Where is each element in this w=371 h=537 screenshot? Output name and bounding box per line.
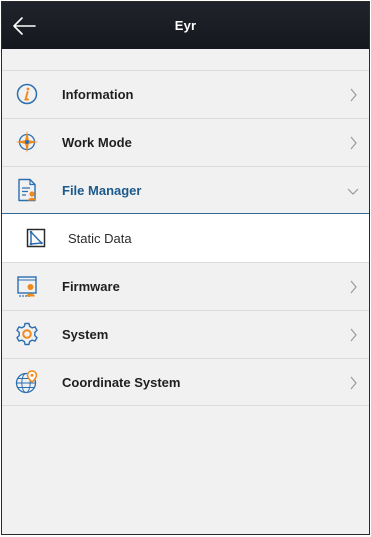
menu-item-label: Coordinate System <box>62 374 181 390</box>
gear-icon <box>15 322 39 346</box>
globe-pin-icon <box>15 370 39 394</box>
menu-item-work-mode[interactable]: Work Mode <box>2 118 369 166</box>
chevron-right-icon <box>350 88 357 102</box>
back-button[interactable] <box>10 12 38 40</box>
chevron-right-icon <box>350 328 357 342</box>
chevron-right-icon <box>350 280 357 294</box>
page-title: Eyr <box>174 18 197 33</box>
info-icon <box>15 82 39 106</box>
header-bar: Eyr <box>2 2 369 49</box>
menu-item-file-manager[interactable]: File Manager <box>2 166 369 214</box>
menu-item-coordinate-system[interactable]: Coordinate System <box>2 358 369 406</box>
chevron-right-icon <box>350 136 357 150</box>
compass-icon <box>15 130 39 154</box>
menu-item-system[interactable]: System <box>2 310 369 358</box>
menu-item-label: Information <box>62 87 134 102</box>
settings-menu: Information Work Mode File Manager Stati… <box>2 70 369 406</box>
chevron-right-icon <box>350 376 357 390</box>
menu-item-label: System <box>62 327 109 342</box>
static-data-icon <box>25 227 47 249</box>
file-manager-icon <box>15 178 39 202</box>
chevron-down-icon <box>347 188 359 195</box>
menu-item-label: Firmware <box>62 279 120 294</box>
submenu-item-static-data[interactable]: Static Data <box>2 214 369 262</box>
app-frame: Eyr Information Work Mode File Manager S… <box>1 1 370 535</box>
menu-item-label: File Manager <box>62 182 142 198</box>
arrow-left-icon <box>13 17 36 35</box>
submenu-item-label: Static Data <box>68 230 132 246</box>
menu-item-label: Work Mode <box>62 135 132 150</box>
menu-item-information[interactable]: Information <box>2 70 369 118</box>
firmware-icon <box>15 274 39 298</box>
menu-item-firmware[interactable]: Firmware <box>2 262 369 310</box>
